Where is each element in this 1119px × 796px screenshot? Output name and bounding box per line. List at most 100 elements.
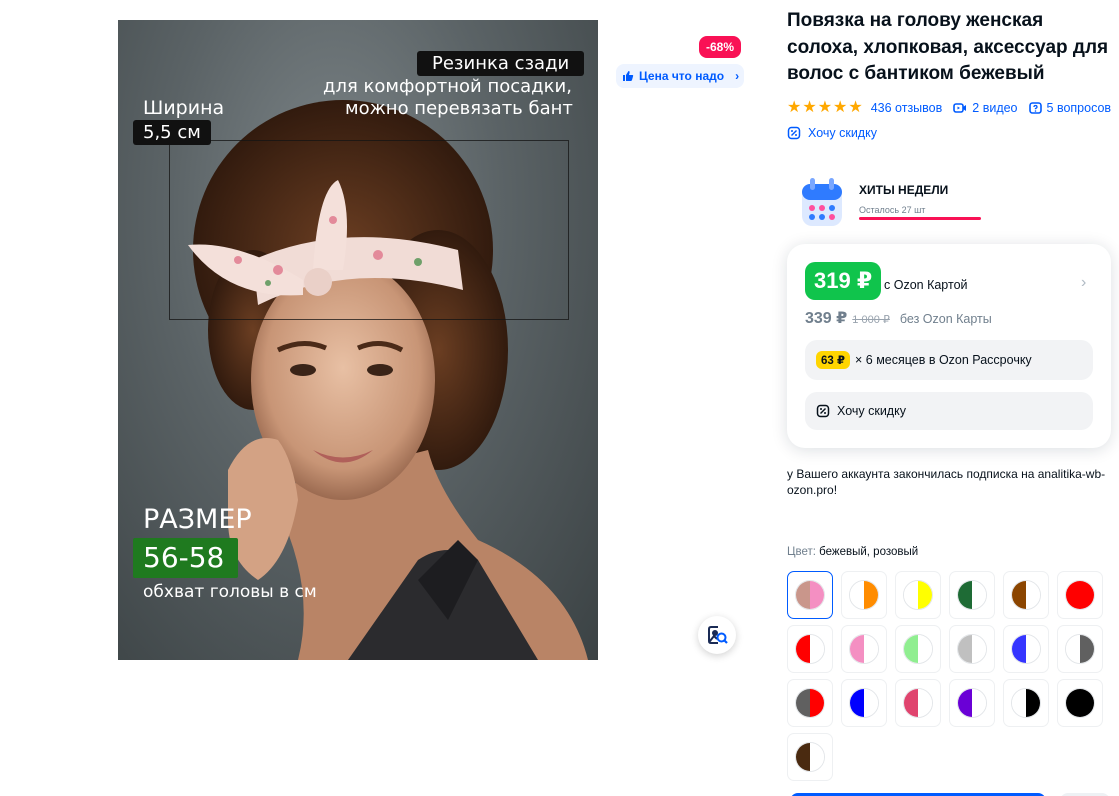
installment-option[interactable]: 63 ₽ × 6 месяцев в Ozon Рассрочку: [805, 340, 1093, 380]
color-swatch-circle: [1011, 580, 1041, 610]
color-swatch[interactable]: [949, 571, 995, 619]
color-swatch-circle: [1065, 688, 1095, 718]
star-icon: ★: [802, 99, 817, 116]
ozon-card-price[interactable]: 319 ₽: [805, 262, 882, 300]
color-swatch-circle: [849, 688, 879, 718]
rating-stars[interactable]: ★ ★ ★ ★ ★: [787, 100, 863, 116]
swatch-left-half: [850, 581, 864, 609]
swatch-right-half: [972, 635, 986, 663]
color-swatch[interactable]: [841, 625, 887, 673]
swatch-right-half: [1026, 581, 1040, 609]
swatch-left-half: [1066, 581, 1080, 609]
old-price: 1 000 ₽: [852, 314, 890, 326]
color-swatch[interactable]: [841, 679, 887, 727]
questions-count: 5 вопросов: [1046, 101, 1112, 115]
color-swatch[interactable]: [787, 625, 833, 673]
stock-left: Осталось 27 шт: [859, 205, 926, 215]
reviews-link[interactable]: 436 отзывов: [871, 101, 943, 115]
color-swatch[interactable]: [949, 625, 995, 673]
discount-tag-icon: [816, 404, 830, 418]
swatch-left-half: [1066, 689, 1080, 717]
size-title: РАЗМЕР: [143, 504, 252, 535]
discount-tag-icon: [787, 126, 801, 140]
color-swatch[interactable]: [787, 733, 833, 781]
swatch-left-half: [1066, 635, 1080, 663]
swatch-left-half: [958, 689, 972, 717]
swatch-left-half: [796, 635, 810, 663]
swatch-left-half: [850, 635, 864, 663]
selected-color-name: бежевый, розовый: [819, 546, 919, 558]
color-swatch-circle: [903, 580, 933, 610]
good-price-label: Цена что надо: [639, 69, 725, 83]
color-label: Цвет: бежевый, розовый: [787, 546, 918, 558]
color-swatch[interactable]: [787, 571, 833, 619]
swatch-left-half: [958, 581, 972, 609]
want-discount-label: Хочу скидку: [808, 126, 877, 140]
color-swatch[interactable]: [787, 679, 833, 727]
swatch-right-half: [1026, 635, 1040, 663]
swatch-left-half: [1012, 581, 1026, 609]
color-swatch-circle: [795, 634, 825, 664]
color-swatch[interactable]: [895, 625, 941, 673]
back-elastic-tag: Резинка сзади: [417, 51, 585, 76]
calendar-icon: [802, 178, 842, 226]
color-swatch-circle: [849, 634, 879, 664]
without-card-label: без Ozon Карты: [899, 312, 992, 326]
color-swatch[interactable]: [1057, 679, 1103, 727]
size-value-tag: 56-58: [133, 538, 238, 578]
color-swatch[interactable]: [1057, 571, 1103, 619]
back-caption-line1: для комфортной посадки,: [323, 76, 572, 97]
image-search-button[interactable]: [698, 616, 736, 654]
color-swatch-circle: [957, 580, 987, 610]
swatch-left-half: [904, 635, 918, 663]
color-swatch[interactable]: [895, 571, 941, 619]
star-icon: ★: [833, 99, 848, 116]
installment-text: × 6 месяцев в Ozon Рассрочку: [855, 353, 1032, 367]
swatch-left-half: [850, 689, 864, 717]
swatch-right-half: [1080, 689, 1094, 717]
swatch-right-half: [972, 581, 986, 609]
swatch-right-half: [972, 689, 986, 717]
hits-of-week-badge[interactable]: ХИТЫ НЕДЕЛИ Осталось 27 шт: [798, 176, 981, 235]
product-title: Повязка на голову женская солоха, хлопко…: [787, 10, 1109, 84]
regular-price: 339 ₽: [805, 310, 848, 327]
star-icon: ★: [787, 99, 802, 116]
questions-link[interactable]: 5 вопросов: [1028, 101, 1112, 115]
color-swatch[interactable]: [949, 679, 995, 727]
swatch-right-half: [918, 689, 932, 717]
chevron-right-icon[interactable]: ›: [1081, 274, 1086, 292]
good-price-chip[interactable]: Цена что надо ›: [616, 64, 744, 88]
color-swatch[interactable]: [1057, 625, 1103, 673]
swatch-left-half: [904, 581, 918, 609]
videos-link[interactable]: 2 видео: [953, 101, 1018, 115]
star-icon: ★: [817, 99, 833, 116]
size-caption: обхват головы в см: [143, 582, 317, 602]
chevron-right-icon: ›: [735, 69, 740, 83]
color-swatch-circle: [1065, 580, 1095, 610]
want-discount-link[interactable]: Хочу скидку: [787, 126, 877, 140]
swatch-right-half: [810, 581, 824, 609]
installment-amount: 63 ₽: [816, 351, 850, 369]
swatch-right-half: [918, 635, 932, 663]
want-discount-button[interactable]: Хочу скидку: [805, 392, 1093, 430]
color-swatch-circle: [957, 688, 987, 718]
product-image[interactable]: Ширина 5,5 см Резинка сзади для комфортн…: [118, 20, 598, 660]
color-swatch[interactable]: [1003, 625, 1049, 673]
color-swatch[interactable]: [895, 679, 941, 727]
swatch-right-half: [864, 581, 878, 609]
color-swatch-circle: [903, 634, 933, 664]
color-swatch[interactable]: [1003, 679, 1049, 727]
swatch-right-half: [918, 581, 932, 609]
swatch-left-half: [1012, 689, 1026, 717]
color-swatch[interactable]: [841, 571, 887, 619]
swatch-left-half: [796, 689, 810, 717]
swatch-left-half: [796, 581, 810, 609]
price-card: 319 ₽ с Ozon Картой › 339 ₽ 1 000 ₽ без …: [787, 244, 1111, 448]
discount-badge: -68%: [699, 36, 742, 58]
want-discount-label: Хочу скидку: [837, 404, 906, 418]
swatch-right-half: [864, 689, 878, 717]
stock-progress-bar: [859, 217, 981, 220]
color-swatch-circle: [849, 580, 879, 610]
color-swatch[interactable]: [1003, 571, 1049, 619]
swatch-right-half: [1026, 689, 1040, 717]
